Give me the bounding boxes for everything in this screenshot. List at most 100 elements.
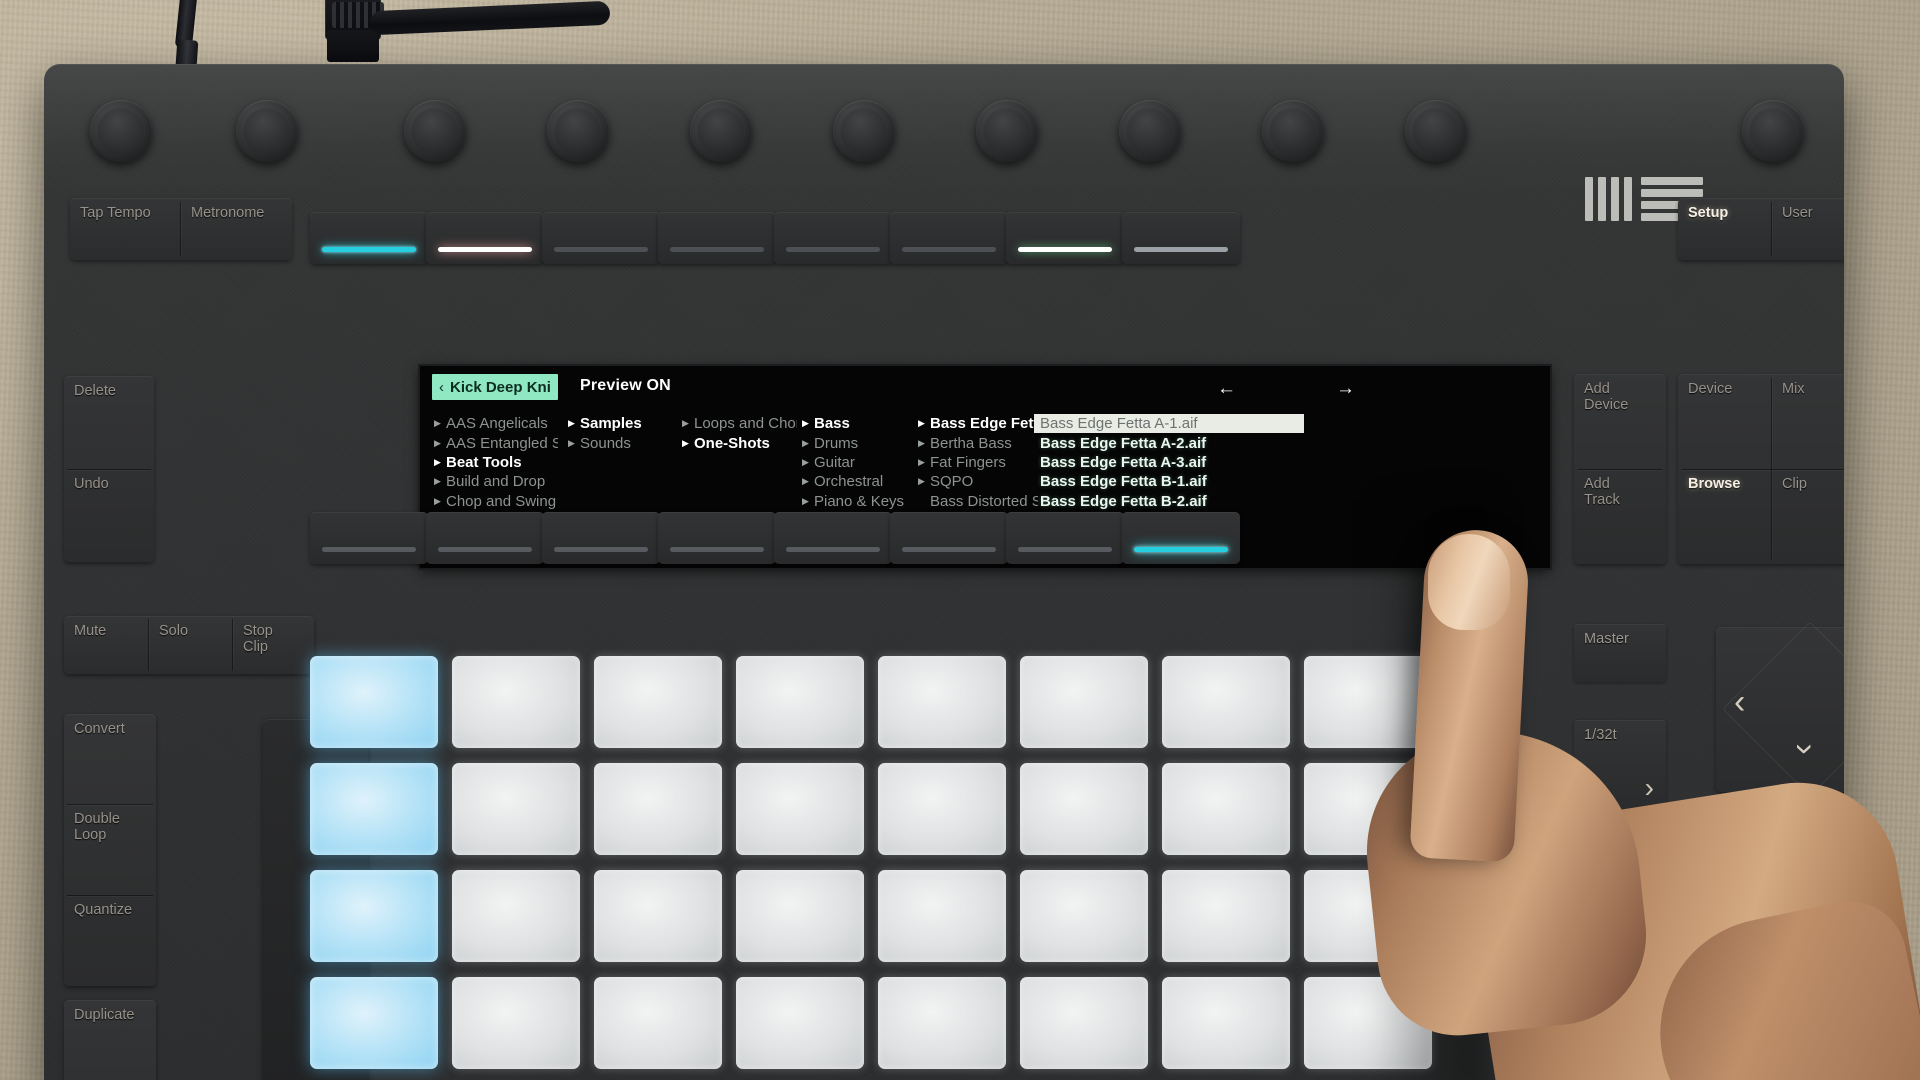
encoder-knob-3[interactable] <box>404 100 466 162</box>
file-item[interactable]: Bass Edge Fetta A-2.aif <box>1034 433 1304 452</box>
dpad-left-icon[interactable]: ‹ <box>1734 685 1745 719</box>
mix-button[interactable]: Mix <box>1772 374 1844 469</box>
pad-r4c7[interactable] <box>1162 977 1290 1069</box>
preview-status[interactable]: Preview ON <box>580 377 671 395</box>
arrow-left-icon[interactable]: ← <box>1217 378 1236 400</box>
scene-strip-button-8[interactable] <box>1122 512 1240 564</box>
list-item[interactable]: ▶ Bass <box>802 414 912 433</box>
dpad-down-icon[interactable]: › <box>1787 743 1825 754</box>
pad-r3c6[interactable] <box>1020 870 1148 962</box>
list-item[interactable]: ▶ Beat Tools <box>434 453 558 472</box>
encoder-knob-1[interactable] <box>90 100 152 162</box>
encoder-knob-2[interactable] <box>236 100 298 162</box>
track-strip-button-6[interactable] <box>890 212 1008 264</box>
list-item[interactable]: ▶ Samples <box>568 414 678 433</box>
encoder-knob-9[interactable] <box>1262 100 1324 162</box>
convert-button[interactable]: Convert <box>64 714 156 804</box>
file-item[interactable]: Bass Edge Fetta A-3.aif <box>1034 453 1304 472</box>
list-item[interactable]: ▶ One-Shots <box>682 433 797 452</box>
pad-r4c3[interactable] <box>594 977 722 1069</box>
pad-r3c1[interactable] <box>310 870 438 962</box>
pad-r4c5[interactable] <box>878 977 1006 1069</box>
pad-r4c2[interactable] <box>452 977 580 1069</box>
pad-r1c5[interactable] <box>878 656 1006 748</box>
pad-r3c3[interactable] <box>594 870 722 962</box>
list-item[interactable]: ▶ Bass Edge Fetta <box>918 414 1038 433</box>
pad-r2c4[interactable] <box>736 763 864 855</box>
track-strip-button-5[interactable] <box>774 212 892 264</box>
track-strip-button-2[interactable] <box>426 212 544 264</box>
list-item[interactable]: ▶ Orchestral <box>802 472 912 491</box>
pad-r2c3[interactable] <box>594 763 722 855</box>
user-button[interactable]: User <box>1772 198 1844 260</box>
pad-r2c5[interactable] <box>878 763 1006 855</box>
pad-r4c1[interactable] <box>310 977 438 1069</box>
setup-button[interactable]: Setup <box>1678 198 1771 260</box>
pad-r2c6[interactable] <box>1020 763 1148 855</box>
file-item[interactable]: Bass Edge Fetta A-1.aif <box>1034 414 1304 434</box>
scene-strip-button-3[interactable] <box>542 512 660 564</box>
list-item[interactable]: ▶ Chop and Swing <box>434 492 558 511</box>
list-item[interactable]: ▶ Sounds <box>568 433 678 452</box>
quantize-button[interactable]: Quantize <box>64 895 156 986</box>
scene-strip-button-7[interactable] <box>1006 512 1124 564</box>
encoder-knob-8[interactable] <box>1119 100 1181 162</box>
list-item[interactable]: ▶ AAS Angelicals <box>434 414 558 433</box>
add-track-button[interactable]: Add Track <box>1574 469 1666 564</box>
encoder-knob-master[interactable] <box>1742 100 1804 162</box>
encoder-knob-6[interactable] <box>833 100 895 162</box>
list-item[interactable]: ▶ SQPO <box>918 472 1038 491</box>
encoder-knob-5[interactable] <box>690 100 752 162</box>
scene-strip-button-4[interactable] <box>658 512 776 564</box>
pad-r1c7[interactable] <box>1162 656 1290 748</box>
arrow-right-icon[interactable]: → <box>1336 378 1355 400</box>
pad-r4c4[interactable] <box>736 977 864 1069</box>
list-item[interactable]: ▶ Drums <box>802 433 912 452</box>
list-item[interactable]: ▶ AAS Entangled S <box>434 433 558 452</box>
duplicate-button[interactable]: Duplicate <box>64 1000 156 1080</box>
pad-r4c6[interactable] <box>1020 977 1148 1069</box>
direction-pad[interactable]: ‹ › › <box>1716 621 1844 797</box>
tap-tempo-button[interactable]: Tap Tempo <box>70 198 180 260</box>
file-item[interactable]: Bass Edge Fetta B-2.aif <box>1034 492 1304 511</box>
list-item[interactable]: ▶ Loops and Chord <box>682 414 797 433</box>
metronome-button[interactable]: Metronome <box>181 198 292 260</box>
track-strip-button-3[interactable] <box>542 212 660 264</box>
scene-strip-button-1[interactable] <box>310 512 428 564</box>
list-item[interactable]: ▶Bass Distorted Sn <box>918 492 1038 511</box>
pad-r1c2[interactable] <box>452 656 580 748</box>
pad-r3c4[interactable] <box>736 870 864 962</box>
pad-r2c1[interactable] <box>310 763 438 855</box>
add-device-button[interactable]: Add Device <box>1574 374 1666 469</box>
device-button[interactable]: Device <box>1678 374 1771 469</box>
file-item[interactable]: Bass Edge Fetta B-1.aif <box>1034 472 1304 491</box>
scene-strip-button-6[interactable] <box>890 512 1008 564</box>
pad-r1c4[interactable] <box>736 656 864 748</box>
encoder-knob-7[interactable] <box>976 100 1038 162</box>
master-button[interactable]: Master <box>1574 624 1666 682</box>
list-item[interactable]: ▶ Guitar <box>802 453 912 472</box>
scene-strip-button-2[interactable] <box>426 512 544 564</box>
breadcrumb[interactable]: ‹ Kick Deep Kni <box>432 374 558 400</box>
track-strip-button-1[interactable] <box>310 212 428 264</box>
pad-r3c8[interactable] <box>1304 870 1432 962</box>
clip-button[interactable]: Clip <box>1772 469 1844 564</box>
pad-r1c6[interactable] <box>1020 656 1148 748</box>
quantize-grid-button[interactable]: 1/32t › <box>1574 720 1666 812</box>
double-loop-button[interactable]: Double Loop <box>64 804 156 895</box>
mute-button[interactable]: Mute <box>64 616 148 674</box>
pad-r2c7[interactable] <box>1162 763 1290 855</box>
undo-button[interactable]: Undo <box>64 469 154 562</box>
scene-strip-button-5[interactable] <box>774 512 892 564</box>
track-strip-button-7[interactable] <box>1006 212 1124 264</box>
list-item[interactable]: ▶ Build and Drop <box>434 472 558 491</box>
browse-button[interactable]: Browse <box>1678 469 1771 564</box>
encoder-knob-4[interactable] <box>547 100 609 162</box>
pad-r3c5[interactable] <box>878 870 1006 962</box>
stop-clip-button[interactable]: Stop Clip <box>233 616 314 674</box>
solo-button[interactable]: Solo <box>149 616 232 674</box>
track-strip-button-4[interactable] <box>658 212 776 264</box>
pad-r2c2[interactable] <box>452 763 580 855</box>
pad-r2c8[interactable] <box>1304 763 1432 855</box>
list-item[interactable]: ▶ Fat Fingers <box>918 453 1038 472</box>
